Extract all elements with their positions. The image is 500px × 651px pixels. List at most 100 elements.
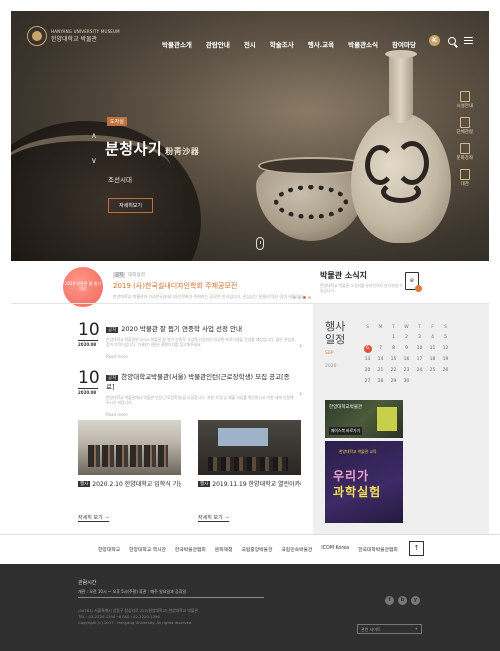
- calendar-day[interactable]: 18: [426, 354, 439, 365]
- link-history[interactable]: 한양대학교 역사관: [129, 546, 166, 553]
- calendar-day[interactable]: 23: [400, 365, 413, 376]
- nav-item-visit[interactable]: 관람안내: [206, 39, 230, 49]
- calendar-day[interactable]: 20: [361, 365, 374, 376]
- quick-facility[interactable]: 시설안내: [456, 91, 473, 109]
- seal-icon: [27, 26, 47, 46]
- link-univ-museum-assoc[interactable]: 한국대학박물관협회: [358, 546, 398, 553]
- gallery-item[interactable]: 행사 2020.2.10 한양대학교 입학식 기념 수... 자세히 보기→: [78, 420, 181, 522]
- news-read-more[interactable]: Read more: [106, 354, 296, 359]
- calendar-day[interactable]: 7: [374, 343, 387, 354]
- blog-icon[interactable]: b: [398, 596, 407, 605]
- calendar-day[interactable]: 26: [439, 365, 452, 376]
- scroll-mouse-icon[interactable]: [256, 237, 264, 250]
- news-title[interactable]: 2020 박물관 잘 뵙기 연중학 사업 선정 안내: [121, 325, 242, 333]
- calendar-day[interactable]: 11: [426, 343, 439, 354]
- calendar-day[interactable]: 5: [439, 332, 452, 343]
- calendar-day[interactable]: 15: [387, 354, 400, 365]
- notice-title[interactable]: 2019 (사)한국실내디자인학회 주제공모전: [113, 281, 308, 291]
- calendar-day[interactable]: 9: [400, 343, 413, 354]
- link-hanyang[interactable]: 한양대학교: [98, 546, 120, 553]
- calendar-day[interactable]: 8: [387, 343, 400, 354]
- language-badge[interactable]: K: [429, 35, 440, 46]
- calendar-day[interactable]: 10: [413, 343, 426, 354]
- gallery-title[interactable]: 2020.2.10 한양대학교 입학식 기념 수...: [92, 479, 181, 488]
- prev-slide-icon[interactable]: ∧: [91, 131, 99, 140]
- related-site-select[interactable]: 관련 사이트: [357, 624, 422, 634]
- weekday-header: F: [431, 324, 434, 330]
- hero-title: 분청사기 粉靑沙器: [105, 139, 200, 158]
- calendar-day[interactable]: 16: [400, 354, 413, 365]
- chevron-right-icon[interactable]: ›: [299, 390, 302, 398]
- facebook-icon[interactable]: f: [385, 596, 394, 605]
- science-event-banner[interactable]: 한양대학교 박물관 교육 우리가 과학실험: [325, 441, 403, 523]
- calendar-day[interactable]: 1: [387, 332, 400, 343]
- weekday-header: W: [404, 324, 409, 330]
- news-title[interactable]: 한양대학교박물관(서울) 박물관인턴(근로장학생) 모집 공고[종료]: [106, 373, 290, 391]
- footer-address: (04763) 서울특별시 성동구 왕십리로 222(한양대학교) 한양대학교 …: [78, 608, 198, 625]
- news-read-more[interactable]: Read more: [106, 412, 296, 417]
- calendar-day-today[interactable]: 6: [361, 343, 374, 354]
- gallery-more-link[interactable]: 자세히 보기 →: [198, 514, 229, 522]
- nav-item-news[interactable]: 박물관소식: [348, 39, 378, 49]
- calendar-year: 2020: [325, 364, 337, 369]
- building-icon: [459, 91, 470, 102]
- nav-item-research[interactable]: 학술조사: [270, 39, 294, 49]
- quick-rental[interactable]: 대관: [459, 169, 470, 187]
- ebook-icon[interactable]: e: [405, 272, 422, 292]
- menu-icon[interactable]: [464, 37, 473, 44]
- gallery-photo[interactable]: [78, 420, 181, 475]
- search-icon[interactable]: [448, 36, 456, 45]
- next-slide-icon[interactable]: ∨: [91, 156, 99, 165]
- calendar-day[interactable]: 13: [361, 354, 374, 365]
- related-links-bar: 한양대학교 한양대학교 역사관 한국박물관협회 문화재청 국립중앙박물관 국립민…: [0, 534, 500, 564]
- calendar-day[interactable]: 17: [413, 354, 426, 365]
- gallery-category: 행사: [198, 480, 211, 487]
- quick-group[interactable]: 단체관람: [456, 117, 473, 135]
- news-month: 2020.08: [78, 388, 98, 395]
- calendar-day[interactable]: 24: [413, 365, 426, 376]
- gallery-title[interactable]: 2019.11.19 한양대학교 열린아카데미4기 ...: [212, 479, 301, 488]
- lecture-icon: [459, 143, 470, 154]
- calendar-day[interactable]: 12: [439, 343, 452, 354]
- slider-dot[interactable]: [298, 296, 301, 299]
- slider-dot-active[interactable]: [303, 296, 306, 299]
- calendar-day: [426, 376, 439, 387]
- notice-slider: 2020 박물관 잘 뵙기 대상 공지 대외협력 2019 (사)한국실내디자인학…: [63, 264, 311, 307]
- hero-more-button[interactable]: 자세히보기: [108, 198, 154, 213]
- calendar-day[interactable]: 14: [374, 354, 387, 365]
- notice-thumbnail[interactable]: 2020 박물관 잘 뵙기 대상: [63, 267, 103, 307]
- link-folk-museum[interactable]: 국립민속박물관: [281, 546, 312, 553]
- calendar-day[interactable]: 22: [387, 365, 400, 376]
- calendar-day[interactable]: 27: [361, 376, 374, 387]
- gallery-item[interactable]: 행사 2019.11.19 한양대학교 열린아카데미4기 ... 자세히 보기→: [198, 420, 301, 522]
- calendar-day[interactable]: 19: [439, 354, 452, 365]
- museum-logo[interactable]: HANYANG UNIVERSITY MUSEUM 한양대학교 박물관: [27, 26, 120, 46]
- nav-item-events[interactable]: 행사.교육: [308, 39, 334, 49]
- calendar-day[interactable]: 3: [413, 332, 426, 343]
- scroll-top-button[interactable]: ↑: [409, 541, 424, 556]
- quick-lecture[interactable]: 문화강좌: [456, 143, 473, 161]
- calendar-day[interactable]: 29: [387, 376, 400, 387]
- chevron-right-icon[interactable]: ›: [299, 342, 302, 350]
- calendar-day[interactable]: 28: [374, 376, 387, 387]
- calendar-day[interactable]: 25: [426, 365, 439, 376]
- facebook-link[interactable]: 페이스북 바로가기: [329, 427, 363, 435]
- nav-item-participate[interactable]: 참여마당: [392, 39, 416, 49]
- slider-dot[interactable]: [308, 296, 311, 299]
- link-icom[interactable]: ICOM Korea: [321, 546, 349, 553]
- nav-item-exhibition[interactable]: 전시: [244, 39, 256, 49]
- youtube-icon[interactable]: y: [411, 596, 420, 605]
- calendar-day[interactable]: 30: [400, 376, 413, 387]
- calendar-day[interactable]: 2: [400, 332, 413, 343]
- gallery-photo[interactable]: [198, 420, 301, 475]
- museum-emblem: [377, 407, 397, 431]
- facebook-banner[interactable]: 한양대학교박물관 페이스북 바로가기: [325, 400, 403, 438]
- link-museum-assoc[interactable]: 한국박물관협회: [175, 546, 206, 553]
- nav-item-about[interactable]: 박물관소개: [162, 39, 192, 49]
- link-national-museum[interactable]: 국립중앙박물관: [241, 546, 272, 553]
- calendar-day[interactable]: 4: [426, 332, 439, 343]
- calendar-day[interactable]: 21: [374, 365, 387, 376]
- link-cha[interactable]: 문화재청: [215, 546, 233, 553]
- gallery-more-link[interactable]: 자세히 보기 →: [78, 514, 109, 522]
- slider-dot[interactable]: [293, 296, 296, 299]
